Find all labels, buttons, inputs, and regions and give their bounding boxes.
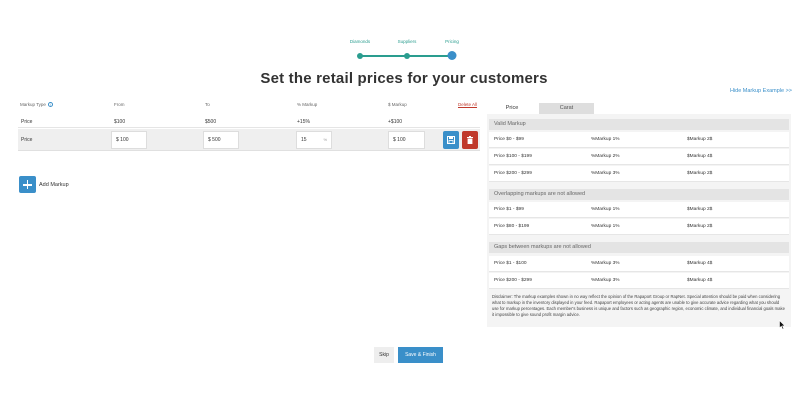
- range: Price $200 - $299: [494, 278, 532, 283]
- pct: %Markup 3%: [591, 261, 620, 266]
- dollar: $Markup 4$: [687, 261, 713, 266]
- range: Price $1 - $100: [494, 261, 527, 266]
- list-item: Price $1 - $99 %Markup 1% $Markup 2$: [489, 202, 789, 218]
- table-row-editing: Price $ 100 $ 500 15 % $ 100: [18, 129, 480, 151]
- header-markup-type: Markup Type i: [20, 102, 53, 107]
- from-prefix: $: [116, 137, 119, 143]
- pct-suffix: %: [323, 137, 327, 142]
- save-row-button[interactable]: [443, 131, 459, 149]
- range: Price $100 - $199: [494, 154, 532, 159]
- list-item: Price $1 - $100 %Markup 3% $Markup 4$: [489, 256, 789, 272]
- pct: %Markup 1%: [591, 137, 620, 142]
- list-item: Price $0 - $99 %Markup 1% $Markup 2$: [489, 132, 789, 148]
- trash-icon: [467, 136, 473, 144]
- dollar: $Markup 4$: [687, 278, 713, 283]
- dollar-prefix: $: [393, 137, 396, 143]
- section-header-valid: Valid Markup: [489, 119, 789, 130]
- progress-stepper: Diamonds Suppliers Pricing: [350, 39, 468, 67]
- from-value: 100: [120, 137, 129, 143]
- to-prefix: $: [208, 137, 211, 143]
- add-markup-button[interactable]: [19, 176, 36, 193]
- list-item: Price $100 - $199 %Markup 2% $Markup 4$: [489, 149, 789, 165]
- step-label-suppliers: Suppliers: [397, 39, 417, 44]
- mouse-cursor-icon: [779, 320, 786, 330]
- dollar: $Markup 2$: [687, 137, 713, 142]
- step-dot-pricing[interactable]: [447, 51, 457, 60]
- dollar: $Markup 2$: [687, 224, 713, 229]
- delete-row-button[interactable]: [462, 131, 478, 149]
- pct: %Markup 1%: [591, 207, 620, 212]
- dollar: $Markup 2$: [687, 171, 713, 176]
- row-pct: +15%: [297, 119, 310, 125]
- markup-example-panel: Valid Markup Price $0 - $99 %Markup 1% $…: [487, 114, 791, 327]
- list-item: Price $200 - $299 %Markup 3% $Markup 4$: [489, 273, 789, 289]
- save-finish-button[interactable]: Save & Finish: [398, 347, 443, 363]
- floppy-disk-icon: [447, 136, 455, 144]
- disclaimer-text: Disclaimer: The markup examples shown in…: [492, 294, 785, 317]
- range: Price $0 - $99: [494, 137, 524, 142]
- list-item: Price $200 - $299 %Markup 3% $Markup 2$: [489, 166, 789, 182]
- dollar: $Markup 2$: [687, 207, 713, 212]
- row-type: Price: [21, 119, 33, 125]
- dollar-value: 100: [397, 137, 406, 143]
- page-title: Set the retail prices for your customers: [260, 70, 548, 87]
- section-header-gaps: Gaps between markups are not allowed: [489, 242, 789, 253]
- row-dollar: +$100: [388, 119, 403, 125]
- pct-markup-input[interactable]: 15 %: [296, 131, 332, 149]
- header-from: From: [114, 102, 125, 107]
- add-markup-label[interactable]: Add Markup: [39, 182, 69, 188]
- row-from: $100: [114, 119, 126, 125]
- header-dollar-markup: $ Markup: [388, 102, 407, 107]
- header-markup-type-label: Markup Type: [20, 102, 46, 107]
- to-input[interactable]: $ 500: [203, 131, 239, 149]
- pct: %Markup 1%: [591, 224, 620, 229]
- dollar-markup-input[interactable]: $ 100: [388, 131, 425, 149]
- plus-icon-vertical: [26, 180, 29, 189]
- section-header-overlapping: Overlapping markups are not allowed: [489, 189, 789, 200]
- pct-value: 15: [301, 137, 307, 143]
- range: Price $1 - $99: [494, 207, 524, 212]
- header-pct-markup: % Markup: [297, 102, 318, 107]
- dollar: $Markup 4$: [687, 154, 713, 159]
- tab-carat[interactable]: Carat: [539, 103, 594, 114]
- hide-markup-example-link[interactable]: Hide Markup Example >>: [730, 88, 792, 94]
- pct: %Markup 2%: [591, 154, 620, 159]
- pct: %Markup 3%: [591, 171, 620, 176]
- from-input[interactable]: $ 100: [111, 131, 147, 149]
- tab-price[interactable]: Price: [487, 103, 537, 114]
- delete-all-link[interactable]: Delete All: [458, 102, 477, 107]
- step-dot-suppliers[interactable]: [404, 53, 410, 59]
- step-label-diamonds: Diamonds: [349, 39, 371, 44]
- skip-button[interactable]: Skip: [374, 347, 394, 363]
- header-to: To: [205, 102, 210, 107]
- row-to: $500: [205, 119, 217, 125]
- pct: %Markup 3%: [591, 278, 620, 283]
- step-dot-diamonds[interactable]: [357, 53, 363, 59]
- range: Price $80 - $199: [494, 224, 530, 229]
- info-icon[interactable]: i: [47, 102, 53, 107]
- list-item: Price $80 - $199 %Markup 1% $Markup 2$: [489, 219, 789, 235]
- range: Price $200 - $299: [494, 171, 532, 176]
- to-value: 500: [212, 137, 221, 143]
- row-type: Price: [21, 137, 33, 143]
- step-label-pricing: Pricing: [445, 39, 459, 44]
- table-row: Price $100 $500 +15% +$100: [18, 115, 480, 128]
